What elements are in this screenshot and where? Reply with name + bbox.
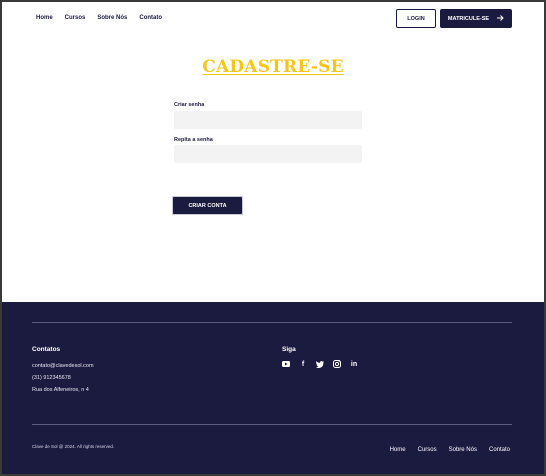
repita-senha-input[interactable] xyxy=(174,145,362,163)
repita-senha-label: Repita a senha xyxy=(174,137,213,143)
arrow-right-icon xyxy=(497,14,504,23)
nav-link-contato[interactable]: Contato xyxy=(139,15,162,21)
top-nav: Home Cursos Sobre Nós Contato LOGIN MATR… xyxy=(2,2,544,34)
footer-link-sobre-nos[interactable]: Sobre Nós xyxy=(449,447,477,453)
criar-senha-label: Criar senha xyxy=(174,102,205,108)
copyright: Clave de Sol @ 2024. All rights reserved… xyxy=(32,444,115,449)
criar-senha-input[interactable] xyxy=(174,111,362,129)
linkedin-icon[interactable]: in xyxy=(350,360,358,368)
criar-conta-button[interactable]: CRIAR CONTA xyxy=(172,196,243,215)
contacts-heading: Contatos xyxy=(32,346,61,353)
footer: Contatos contato@clavedesol.com (31) 912… xyxy=(2,302,544,474)
instagram-icon[interactable] xyxy=(333,360,341,368)
contact-address: Rua dos Alfeneiros, n 4 xyxy=(32,387,89,393)
criar-conta-button-label: CRIAR CONTA xyxy=(188,202,227,209)
footer-nav: Home Cursos Sobre Nós Contato xyxy=(390,447,510,453)
footer-link-contato[interactable]: Contato xyxy=(489,447,510,453)
facebook-icon[interactable]: f xyxy=(299,360,307,368)
contact-email: contato@clavedesol.com xyxy=(32,363,94,369)
twitter-icon[interactable] xyxy=(316,360,324,368)
footer-divider-top xyxy=(32,322,512,323)
social-icons: f in xyxy=(282,360,358,368)
contact-phone: (31) 912345678 xyxy=(32,375,71,381)
nav-links: Home Cursos Sobre Nós Contato xyxy=(36,15,162,21)
matricule-button[interactable]: MATRICULE-SE xyxy=(440,9,512,28)
page: Home Cursos Sobre Nós Contato LOGIN MATR… xyxy=(2,2,544,474)
youtube-icon[interactable] xyxy=(282,360,290,368)
page-title: CADASTRE-SE xyxy=(202,57,344,77)
login-button-label: LOGIN xyxy=(407,15,425,22)
nav-link-home[interactable]: Home xyxy=(36,15,53,21)
follow-heading: Siga xyxy=(282,346,296,353)
footer-link-home[interactable]: Home xyxy=(390,447,406,453)
footer-divider-bottom xyxy=(32,424,512,425)
matricule-button-label: MATRICULE-SE xyxy=(447,15,490,22)
nav-link-sobre-nos[interactable]: Sobre Nós xyxy=(97,15,127,21)
login-button[interactable]: LOGIN xyxy=(396,9,436,28)
footer-link-cursos[interactable]: Cursos xyxy=(418,447,437,453)
nav-link-cursos[interactable]: Cursos xyxy=(65,15,86,21)
